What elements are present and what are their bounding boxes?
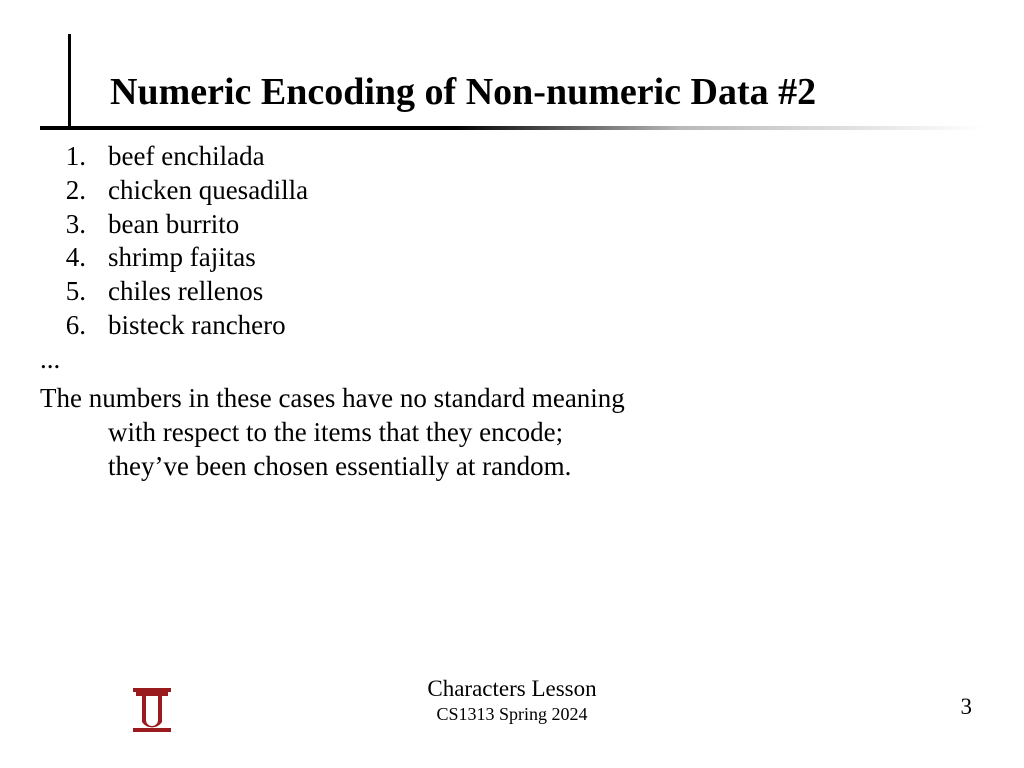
list-item: 4. shrimp fajitas [40,241,984,275]
list-number: 3. [40,208,108,242]
page-number: 3 [961,694,973,720]
paragraph-line: they’ve been chosen essentially at rando… [40,450,984,484]
list-number: 2. [40,174,108,208]
paragraph-line: with respect to the items that they enco… [40,416,984,450]
list-number: 6. [40,309,108,343]
list-item: 2. chicken quesadilla [40,174,984,208]
list-text: bean burrito [108,208,984,242]
list-item: 5. chiles rellenos [40,275,984,309]
body-paragraph: The numbers in these cases have no stand… [40,382,984,483]
list-text: beef enchilada [108,140,984,174]
title-vertical-rule [68,34,71,126]
list-item: 3. bean burrito [40,208,984,242]
list-text: chicken quesadilla [108,174,984,208]
list-text: chiles rellenos [108,275,984,309]
list-number: 1. [40,140,108,174]
list-item: 6. bisteck ranchero [40,309,984,343]
list-text: shrimp fajitas [108,241,984,275]
list-number: 4. [40,241,108,275]
list-ellipsis: ... [40,343,984,377]
list-item: 1. beef enchilada [40,140,984,174]
footer-lesson: Characters Lesson [0,676,1024,702]
slide-body: 1. beef enchilada 2. chicken quesadilla … [40,140,984,484]
slide: Numeric Encoding of Non-numeric Data #2 … [0,0,1024,768]
slide-footer: Characters Lesson CS1313 Spring 2024 [0,676,1024,732]
paragraph-line: The numbers in these cases have no stand… [40,382,984,416]
list-number: 5. [40,275,108,309]
footer-course: CS1313 Spring 2024 [0,704,1024,725]
slide-title: Numeric Encoding of Non-numeric Data #2 [110,72,816,114]
divider-rule [40,126,984,130]
list-text: bisteck ranchero [108,309,984,343]
